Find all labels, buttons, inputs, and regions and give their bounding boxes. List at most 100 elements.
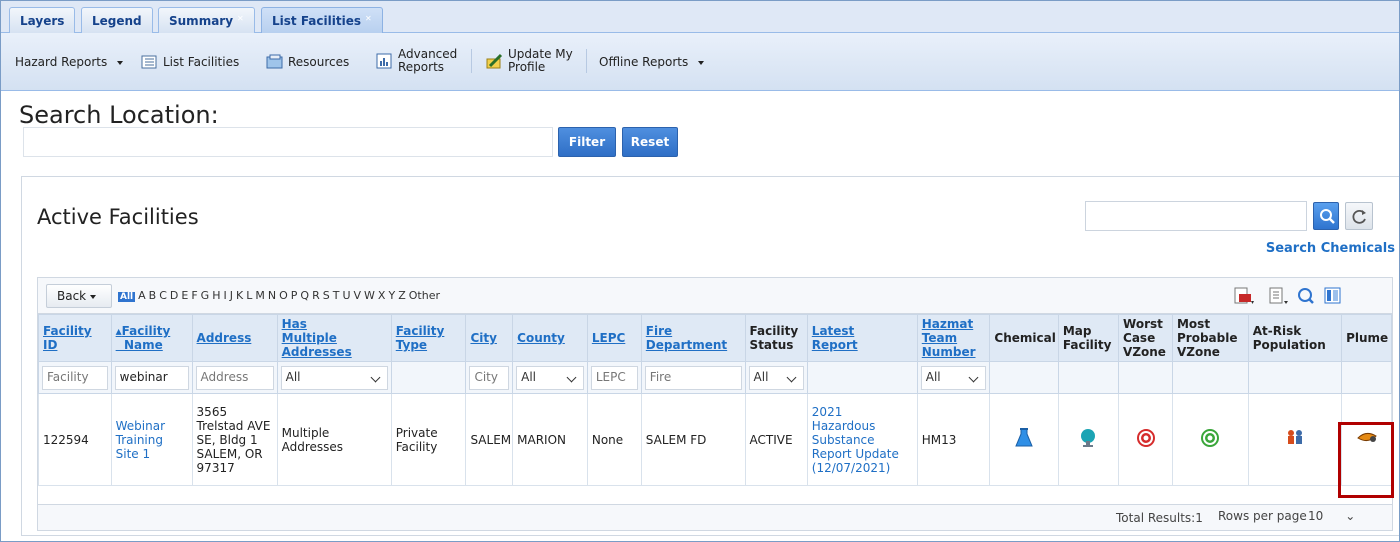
letter-link[interactable]: Z <box>398 289 406 302</box>
globe-pin-icon[interactable] <box>1078 429 1098 452</box>
export-pdf-icon[interactable] <box>1233 286 1254 306</box>
letter-link[interactable]: P <box>291 289 298 302</box>
county-select[interactable]: All <box>516 365 584 390</box>
facility-name-link[interactable]: Webinar Training Site 1 <box>116 419 165 461</box>
header-text: Name <box>123 338 163 352</box>
letter-link[interactable]: E <box>181 289 188 302</box>
sort-link[interactable]: Hazmat Team Number <box>922 317 976 359</box>
header-text: Map Facility <box>1063 324 1112 352</box>
chemical-search-input[interactable] <box>1085 201 1307 231</box>
letter-link[interactable]: R <box>312 289 320 302</box>
letter-link[interactable]: Q <box>300 289 309 302</box>
col-facility-name[interactable]: ▴Facility Name <box>110 314 193 362</box>
refresh-icon[interactable] <box>1345 202 1373 230</box>
close-icon[interactable]: ✕ <box>237 14 244 23</box>
letter-link[interactable]: H <box>212 289 220 302</box>
tab-legend[interactable]: Legend <box>81 7 153 33</box>
tab-layers[interactable]: Layers <box>9 7 76 33</box>
advanced-reports-button[interactable]: Advanced Reports <box>376 48 457 74</box>
flask-icon[interactable] <box>1014 428 1034 452</box>
col-fire-department[interactable]: Fire Department <box>640 314 746 362</box>
col-latest-report[interactable]: Latest Report <box>806 314 918 362</box>
letter-link[interactable]: Y <box>388 289 395 302</box>
col-facility-type[interactable]: Facility Type <box>390 314 467 362</box>
letter-link[interactable]: G <box>201 289 210 302</box>
letter-link[interactable]: F <box>191 289 197 302</box>
letter-link[interactable]: B <box>149 289 157 302</box>
col-facility-status: Facility Status <box>744 314 808 362</box>
list-facilities-button[interactable]: List Facilities <box>141 54 239 70</box>
search-chemicals-link[interactable]: Search Chemicals <box>1266 241 1395 256</box>
letter-link[interactable]: A <box>138 289 146 302</box>
sort-link[interactable]: Facility Type <box>396 324 445 352</box>
letter-link[interactable]: S <box>323 289 330 302</box>
city-filter[interactable]: City <box>469 365 510 390</box>
col-address[interactable]: Address <box>191 314 278 362</box>
letter-link[interactable]: T <box>333 289 340 302</box>
col-facility-id[interactable]: Facility ID <box>38 314 112 362</box>
table-row[interactable]: 122594 Webinar Training Site 1 3565 Trelsta… <box>38 393 1392 486</box>
sort-link[interactable]: City <box>470 331 496 345</box>
letter-all[interactable]: All <box>118 292 136 302</box>
letter-link[interactable]: N <box>268 289 276 302</box>
sort-link[interactable]: Has Multiple Addresses <box>282 317 352 359</box>
columns-icon[interactable] <box>1323 286 1343 306</box>
hazard-reports-menu[interactable]: Hazard Reports <box>15 56 124 69</box>
status-select[interactable]: All <box>748 365 804 390</box>
letter-link[interactable]: L <box>246 289 252 302</box>
report-chart-icon <box>376 53 392 69</box>
tab-summary[interactable]: Summary ✕ <box>158 7 255 33</box>
sort-link[interactable]: County <box>517 331 565 345</box>
tab-list-facilities[interactable]: List Facilities ✕ <box>261 7 383 33</box>
col-hazmat-team[interactable]: Hazmat Team Number <box>916 314 991 362</box>
export-document-icon[interactable] <box>1268 286 1288 306</box>
hazmat-select[interactable]: All <box>920 365 987 390</box>
resources-button[interactable]: Resources <box>266 54 349 70</box>
back-button[interactable]: Back <box>46 284 112 308</box>
multiple-addresses-select[interactable]: All <box>280 365 388 390</box>
letter-link[interactable]: V <box>354 289 362 302</box>
sort-link[interactable]: Fire Department <box>646 324 727 352</box>
letter-link[interactable]: O <box>279 289 288 302</box>
header-line: Status <box>749 338 794 352</box>
sort-link[interactable]: Address <box>197 331 252 345</box>
facility-name-filter[interactable]: webinar <box>114 365 189 390</box>
offline-reports-menu[interactable]: Offline Reports <box>599 56 705 69</box>
letter-link[interactable]: W <box>364 289 375 302</box>
letter-link[interactable]: U <box>342 289 350 302</box>
zoom-icon[interactable] <box>1296 286 1316 306</box>
update-profile-button[interactable]: Update My Profile <box>486 48 573 74</box>
address-filter[interactable]: Address <box>195 365 274 390</box>
sort-link[interactable]: Latest Report <box>812 324 858 352</box>
facilities-table: Facility ID ▴Facility Name Address Has Mul… <box>38 314 1392 486</box>
col-city[interactable]: City <box>465 314 514 362</box>
reset-button[interactable]: Reset <box>622 127 678 157</box>
sort-link[interactable]: ▴Facility Name <box>116 324 171 352</box>
search-icon[interactable] <box>1313 202 1339 230</box>
letter-link[interactable]: X <box>378 289 386 302</box>
grid-footer: Total Results:1 Rows per page 10 ⌄ <box>38 504 1392 530</box>
letter-link[interactable]: Other <box>409 289 440 302</box>
search-location-input[interactable] <box>23 127 553 157</box>
latest-report-link[interactable]: 2021 Hazardous Substance Report Update (12/0… <box>812 405 899 475</box>
green-target-icon[interactable] <box>1200 429 1220 451</box>
letter-link[interactable]: K <box>236 289 243 302</box>
letter-link[interactable]: C <box>159 289 167 302</box>
letter-link[interactable]: D <box>170 289 178 302</box>
close-icon[interactable]: ✕ <box>365 14 372 23</box>
filter-button[interactable]: Filter <box>558 127 616 157</box>
facility-id-filter[interactable]: Facility <box>42 365 108 390</box>
fire-filter[interactable]: Fire <box>644 365 742 390</box>
population-icon[interactable] <box>1284 430 1306 451</box>
lepc-filter[interactable]: LEPC <box>590 365 638 390</box>
col-county[interactable]: County <box>512 314 588 362</box>
rows-per-page-select[interactable]: 10 ⌄ <box>1308 509 1355 523</box>
col-lepc[interactable]: LEPC <box>586 314 642 362</box>
letter-link[interactable]: J <box>230 289 233 302</box>
sort-link[interactable]: Facility ID <box>43 324 92 352</box>
letter-link[interactable]: M <box>255 289 265 302</box>
col-multiple-addresses[interactable]: Has Multiple Addresses <box>276 314 392 362</box>
red-target-icon[interactable] <box>1136 429 1156 451</box>
sort-link[interactable]: LEPC <box>592 331 625 345</box>
letter-link[interactable]: I <box>223 289 226 302</box>
